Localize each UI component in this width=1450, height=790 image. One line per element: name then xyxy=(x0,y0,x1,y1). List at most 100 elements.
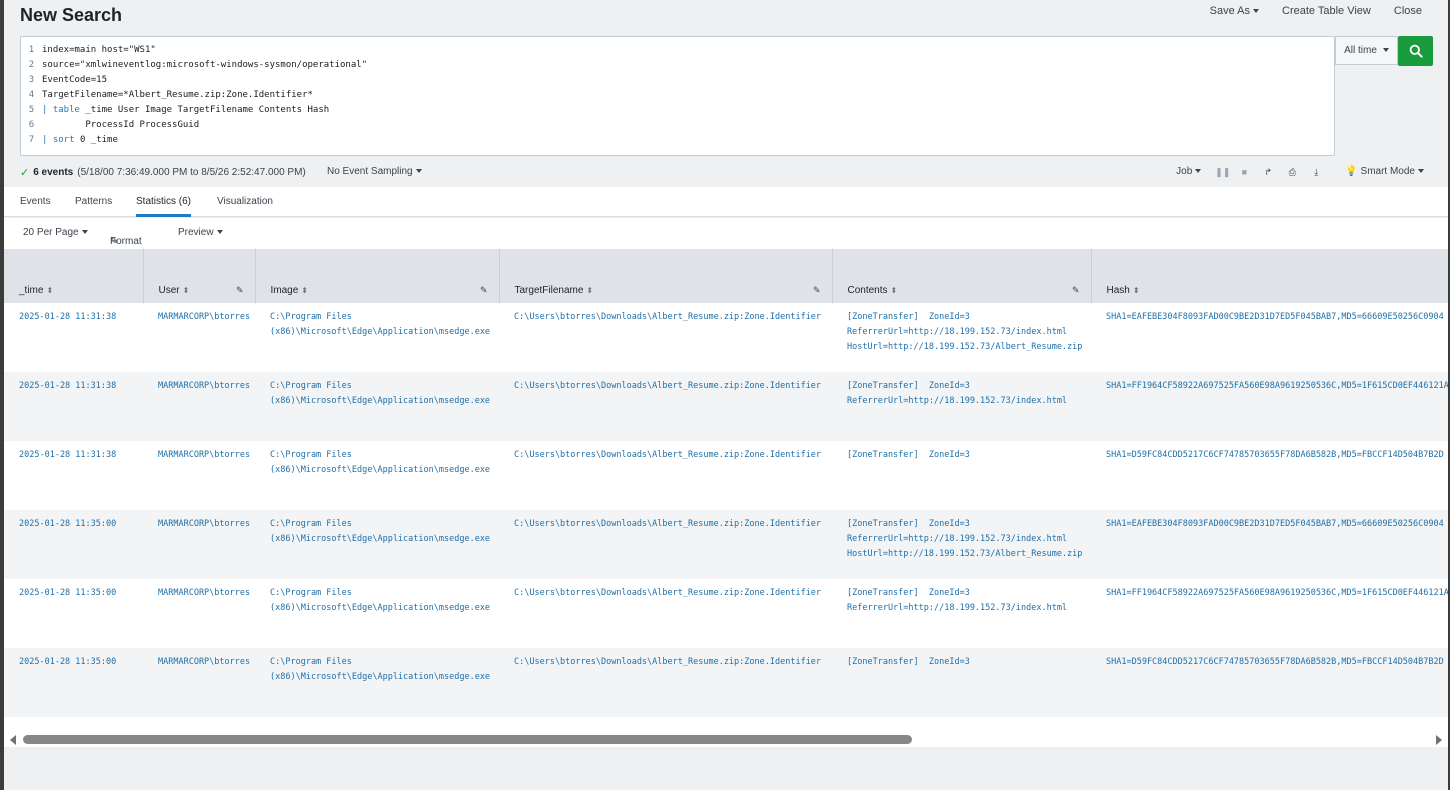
cell-contents[interactable]: [ZoneTransfer] ZoneId=3 ReferrerUrl=http… xyxy=(832,303,1091,372)
scroll-left-arrow-icon[interactable] xyxy=(10,735,16,745)
print-icon[interactable]: ⎙ xyxy=(1287,167,1297,177)
table-row[interactable]: 2025-01-28 11:31:38 MARMARCORP\btorres C:\… xyxy=(4,372,1448,441)
column-header-user[interactable]: User ⬍ ✎ xyxy=(143,249,256,303)
cell-hash[interactable]: SHA1=EAFEBE304F8093FAD00C9BE2D31D7ED5F04… xyxy=(1091,510,1448,579)
chevron-down-icon xyxy=(1380,45,1389,56)
table-row[interactable]: 2025-01-28 11:35:00 MARMARCORP\btorres C:\… xyxy=(4,510,1448,579)
cell-hash[interactable]: SHA1=D59FC84CDD5217C6CF74785703655F78DA6… xyxy=(1091,648,1448,717)
sort-icon[interactable]: ⬍ xyxy=(183,286,190,295)
cell-image[interactable]: C:\Program Files (x86)\Microsoft\Edge\Ap… xyxy=(255,303,499,372)
column-header-time[interactable]: _time ⬍ xyxy=(4,249,144,303)
tab-events[interactable]: Events xyxy=(20,196,51,207)
table-row[interactable]: 2025-01-28 11:31:38 MARMARCORP\btorres C:\… xyxy=(4,303,1448,372)
cell-time[interactable]: 2025-01-28 11:35:00 xyxy=(4,579,143,648)
cell-contents[interactable]: [ZoneTransfer] ZoneId=3 xyxy=(832,441,1091,510)
cell-time[interactable]: 2025-01-28 11:31:38 xyxy=(4,441,143,510)
cell-targetfilename[interactable]: C:\Users\btorres\Downloads\Albert_Resume… xyxy=(499,372,832,441)
edit-column-icon[interactable]: ✎ xyxy=(480,285,488,296)
command-keyword: table xyxy=(52,105,80,115)
sort-icon[interactable]: ⬍ xyxy=(891,286,898,295)
sort-icon[interactable]: ⬍ xyxy=(1133,286,1140,295)
search-mode-dropdown[interactable]: 💡 Smart Mode xyxy=(1345,166,1424,177)
tab-patterns[interactable]: Patterns xyxy=(75,196,112,207)
export-icon[interactable]: ⤓ xyxy=(1311,167,1321,177)
cell-targetfilename[interactable]: C:\Users\btorres\Downloads\Albert_Resume… xyxy=(499,303,832,372)
cell-user[interactable]: MARMARCORP\btorres xyxy=(143,510,255,579)
query-arguments: _time User Image TargetFilename Contents… xyxy=(79,105,330,115)
query-text: | sort 0 _time xyxy=(42,133,118,148)
bulb-icon: 💡 xyxy=(1345,166,1358,177)
sort-icon[interactable]: ⬍ xyxy=(301,286,308,295)
preview-dropdown[interactable]: Preview xyxy=(178,227,223,238)
cell-user[interactable]: MARMARCORP\btorres xyxy=(143,372,255,441)
cell-targetfilename[interactable]: C:\Users\btorres\Downloads\Albert_Resume… xyxy=(499,579,832,648)
column-header-image[interactable]: Image ⬍ ✎ xyxy=(255,249,500,303)
cell-image[interactable]: C:\Program Files (x86)\Microsoft\Edge\Ap… xyxy=(255,510,499,579)
pipe-operator: | xyxy=(42,135,53,145)
cell-user[interactable]: MARMARCORP\btorres xyxy=(143,579,255,648)
edit-column-icon[interactable]: ✎ xyxy=(813,285,821,296)
job-menu-button[interactable]: Job xyxy=(1176,166,1201,177)
cell-time[interactable]: 2025-01-28 11:31:38 xyxy=(4,372,143,441)
cell-targetfilename[interactable]: C:\Users\btorres\Downloads\Albert_Resume… xyxy=(499,648,832,717)
cell-contents[interactable]: [ZoneTransfer] ZoneId=3 xyxy=(832,648,1091,717)
query-line: 1 index=main host="WS1" xyxy=(21,43,1334,58)
cell-image[interactable]: C:\Program Files (x86)\Microsoft\Edge\Ap… xyxy=(255,648,499,717)
table-row[interactable]: 2025-01-28 11:35:00 MARMARCORP\btorres C:\… xyxy=(4,579,1448,648)
pause-icon[interactable]: ❚❚ xyxy=(1215,167,1230,177)
query-line: 5 | table _time User Image TargetFilename… xyxy=(21,103,1334,118)
stop-icon[interactable]: ■ xyxy=(1239,167,1249,177)
sort-icon[interactable]: ⬍ xyxy=(46,286,53,295)
cell-time[interactable]: 2025-01-28 11:35:00 xyxy=(4,648,143,717)
column-header-hash[interactable]: Hash ⬍ xyxy=(1091,249,1448,303)
cell-contents[interactable]: [ZoneTransfer] ZoneId=3 ReferrerUrl=http… xyxy=(832,510,1091,579)
scrollbar-thumb[interactable] xyxy=(23,735,912,744)
query-text: source="xmlwineventlog:microsoft-windows… xyxy=(42,58,367,73)
cell-image[interactable]: C:\Program Files (x86)\Microsoft\Edge\Ap… xyxy=(255,372,499,441)
cell-time[interactable]: 2025-01-28 11:31:38 xyxy=(4,303,143,372)
statistics-table: _time ⬍ User ⬍ ✎ Image ⬍ ✎ TargetFilename ⬍ ✎ C… xyxy=(4,249,1448,717)
table-row[interactable]: 2025-01-28 11:35:00 MARMARCORP\btorres C:\… xyxy=(4,648,1448,717)
cell-hash[interactable]: SHA1=FF1964CF58922A697525FA560E98A961925… xyxy=(1091,372,1448,441)
edit-column-icon[interactable]: ✎ xyxy=(1072,285,1080,296)
column-header-contents[interactable]: Contents ⬍ ✎ xyxy=(832,249,1092,303)
line-number: 4 xyxy=(28,90,35,100)
cell-hash[interactable]: SHA1=D59FC84CDD5217C6CF74785703655F78DA6… xyxy=(1091,441,1448,510)
tab-statistics[interactable]: Statistics (6) xyxy=(136,196,192,217)
cell-contents[interactable]: [ZoneTransfer] ZoneId=3 ReferrerUrl=http… xyxy=(832,372,1091,441)
cell-targetfilename[interactable]: C:\Users\btorres\Downloads\Albert_Resume… xyxy=(499,441,832,510)
sort-icon[interactable]: ⬍ xyxy=(586,286,593,295)
close-button[interactable]: Close xyxy=(1394,5,1422,17)
event-sampling-dropdown[interactable]: No Event Sampling xyxy=(327,166,422,177)
per-page-dropdown[interactable]: 20 Per Page xyxy=(23,227,88,238)
statistics-table-container: _time ⬍ User ⬍ ✎ Image ⬍ ✎ TargetFilename ⬍ ✎ C… xyxy=(4,249,1448,717)
top-actions: Save As Create Table View Close xyxy=(1210,5,1422,17)
horizontal-scrollbar[interactable] xyxy=(4,717,1448,747)
line-number: 5 xyxy=(28,105,35,115)
cell-time[interactable]: 2025-01-28 11:35:00 xyxy=(4,510,143,579)
time-range-label: All time xyxy=(1344,45,1377,56)
search-button[interactable] xyxy=(1398,36,1433,66)
search-query-editor[interactable]: 1 index=main host="WS1" 2 source="xmlwineve… xyxy=(20,36,1335,156)
cell-hash[interactable]: SHA1=EAFEBE304F8093FAD00C9BE2D31D7ED5F04… xyxy=(1091,303,1448,372)
cell-user[interactable]: MARMARCORP\btorres xyxy=(143,303,255,372)
cell-user[interactable]: MARMARCORP\btorres xyxy=(143,441,255,510)
scroll-right-arrow-icon[interactable] xyxy=(1436,735,1442,745)
table-row[interactable]: 2025-01-28 11:31:38 MARMARCORP\btorres C:\… xyxy=(4,441,1448,510)
column-header-targetfilename[interactable]: TargetFilename ⬍ ✎ xyxy=(499,249,833,303)
cell-hash[interactable]: SHA1=FF1964CF58922A697525FA560E98A961925… xyxy=(1091,579,1448,648)
cell-image[interactable]: C:\Program Files (x86)\Microsoft\Edge\Ap… xyxy=(255,579,499,648)
query-line: 3 EventCode=15 xyxy=(21,73,1334,88)
tab-visualization[interactable]: Visualization xyxy=(217,196,273,207)
share-icon[interactable]: ↱ xyxy=(1263,167,1273,177)
create-table-view-button[interactable]: Create Table View xyxy=(1282,5,1371,17)
cell-contents[interactable]: [ZoneTransfer] ZoneId=3 ReferrerUrl=http… xyxy=(832,579,1091,648)
query-arguments: index=main host="WS1" xyxy=(42,45,156,55)
save-as-button[interactable]: Save As xyxy=(1210,5,1259,17)
table-header-row: _time ⬍ User ⬍ ✎ Image ⬍ ✎ TargetFilename ⬍ ✎ C… xyxy=(4,249,1448,303)
cell-targetfilename[interactable]: C:\Users\btorres\Downloads\Albert_Resume… xyxy=(499,510,832,579)
cell-image[interactable]: C:\Program Files (x86)\Microsoft\Edge\Ap… xyxy=(255,441,499,510)
time-range-picker[interactable]: All time xyxy=(1335,36,1398,65)
edit-column-icon[interactable]: ✎ xyxy=(236,285,244,296)
cell-user[interactable]: MARMARCORP\btorres xyxy=(143,648,255,717)
